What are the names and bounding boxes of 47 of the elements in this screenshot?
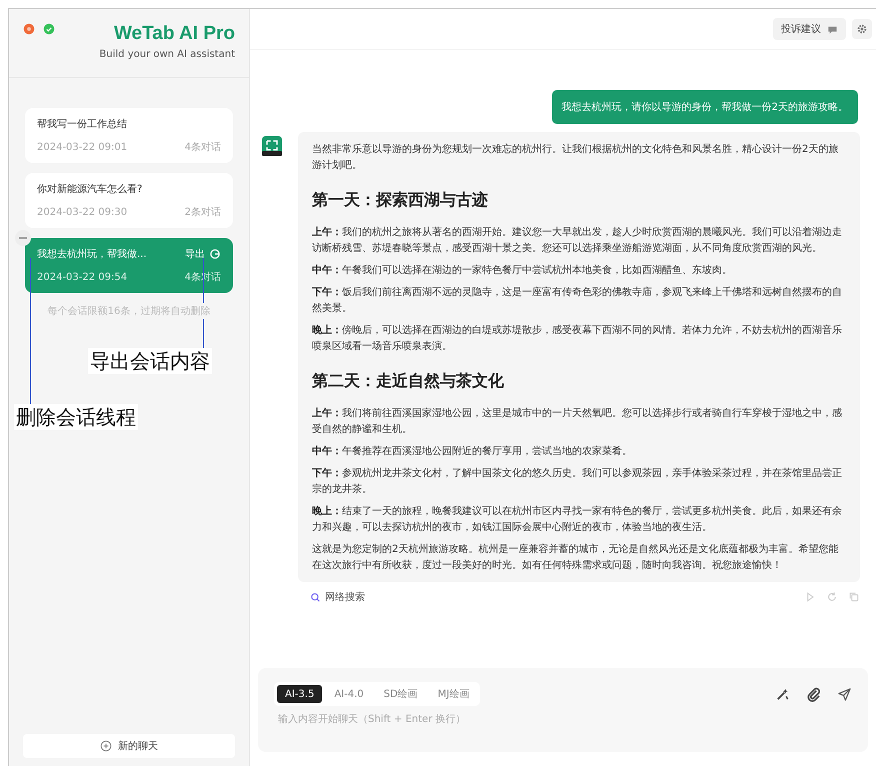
settings-button[interactable]	[852, 19, 872, 39]
model-tab[interactable]: AI-3.5	[277, 685, 322, 703]
answer-heading: 第二天：走近自然与茶文化	[312, 371, 505, 392]
user-message: 我想去杭州玩，请你以导游的身份，帮我做一份2天的旅游攻略。	[552, 90, 858, 124]
new-chat-button[interactable]: 新的聊天	[23, 734, 235, 758]
export-icon[interactable]	[209, 248, 221, 260]
paperclip-icon[interactable]	[806, 686, 821, 702]
conversation-title: 你对新能源汽车怎么看?	[37, 182, 144, 196]
conversation-time: 2024-03-22 09:01	[37, 142, 128, 152]
answer-paragraph: 晚上：傍晚后，可以选择在西湖边的白堤或苏堤散步，感受夜幕下西湖不同的风情。若体力允许，不妨去杭州的西湖音乐喷泉区域看一场音乐喷泉表演。	[312, 324, 843, 354]
minus-icon[interactable]	[15, 230, 31, 246]
answer-paragraph: 下午：参观杭州龙井茶文化村，了解中国茶文化的悠久历史。我们可以参观茶园，亲手体验采茶过程，并在茶馆里品尝正宗的龙井茶。	[312, 466, 843, 497]
model-tab[interactable]: MJ绘画	[430, 685, 478, 703]
settings-icon	[856, 23, 868, 35]
annotation-label: 导出会话内容	[88, 348, 212, 374]
app-subtitle: Build your own AI assistant	[99, 49, 235, 60]
answer-paragraph: 上午：我们将前往西溪国家湿地公园，这里是城市中的一片天然氧吧。您可以选择步行或者骑自行车穿梭于湿地之中，感受自然的静谧和生机。	[312, 406, 843, 437]
answer-paragraph: 上午：我们的杭州之旅将从著名的西湖开始。建议您一大早就出发，趁人少时欣赏西湖的晨曦风光。我们可以沿着湖边走访断桥残雪、苏堤春晓等景点，感受西湖十景之美。您还可以选择乘坐游船游览湖面，从不同角度欣赏西湖的风光。	[312, 226, 843, 256]
bot-avatar-icon	[262, 136, 282, 156]
answer-paragraph: 这就是为您定制的2天杭州旅游攻略。杭州是一座兼容并蓄的城市，无论是自然风光还是文化底蕴都极为丰富。希望您能在这次旅行中有所收获，度过一段美好的时光。如有任何特殊需求或问题，随时向我咨询。祝您旅途愉快！	[312, 542, 840, 573]
send-icon[interactable]	[837, 686, 852, 702]
conversation-item[interactable]: 你对新能源汽车怎么看? 2024-03-22 09:30 2条对话	[25, 173, 233, 228]
magic-wand-icon[interactable]	[775, 686, 790, 702]
export-link[interactable]: 导出	[185, 247, 205, 261]
conversation-title: 我想去杭州玩，帮我做...	[37, 248, 148, 261]
message-count: 4条对话	[184, 140, 221, 154]
conversation-item[interactable]: 帮我写一份工作总结 2024-03-22 09:01 4条对话	[25, 108, 233, 163]
answer-paragraph: 下午：饭后我们前往离西湖不远的灵隐寺，这是一座富有传奇色彩的佛教寺庙，参观飞来峰上千佛塔和远树自然摆布的自然美景。	[312, 286, 843, 316]
close-dot-icon[interactable]	[23, 23, 35, 35]
message-count: 2条对话	[184, 206, 221, 219]
web-search-link[interactable]: 网络搜索	[310, 590, 365, 604]
conversation-time: 2024-03-22 09:30	[37, 206, 128, 218]
app-title: WeTab AI Pro	[114, 23, 235, 45]
model-tab[interactable]: AI-4.0	[326, 685, 372, 703]
model-tab[interactable]: SD绘画	[376, 685, 426, 703]
answer-paragraph: 中午：午餐推荐在西溪湿地公园附近的餐厅享用，尝试当地的农家菜肴。	[312, 444, 633, 459]
answer-paragraph: 当然非常乐意以导游的身份为您规划一次难忘的杭州行。让我们根据杭州的文化特色和风景名胜，精心设计一份2天的旅游计划吧。	[312, 142, 840, 173]
conversation-title: 帮我写一份工作总结	[37, 118, 128, 131]
check-dot-icon[interactable]	[43, 23, 55, 35]
answer-paragraph: 晚上：结束了一天的旅程，晚餐我建议可以在杭州市区内寻找一家有特色的餐厅，尝试更多杭州美食。此后，如果还有余力和兴趣，可以去探访杭州的夜市，如钱江国际会展中心附近的夜市，体验当地的夜生活。	[312, 504, 843, 535]
answer-paragraph: 中午：午餐我们可以选择在湖边的一家特色餐厅中尝试杭州本地美食，比如西湖醋鱼、东坡肉。	[312, 264, 733, 278]
conversation-time: 2024-03-22 09:54	[37, 272, 128, 282]
search-icon	[310, 592, 321, 602]
feedback-button[interactable]: 投诉建议	[773, 18, 846, 40]
plus-circle-icon	[100, 740, 112, 752]
annotation-label: 删除会话线程	[14, 404, 138, 430]
answer-heading: 第一天：探索西湖与古迹	[312, 190, 489, 211]
